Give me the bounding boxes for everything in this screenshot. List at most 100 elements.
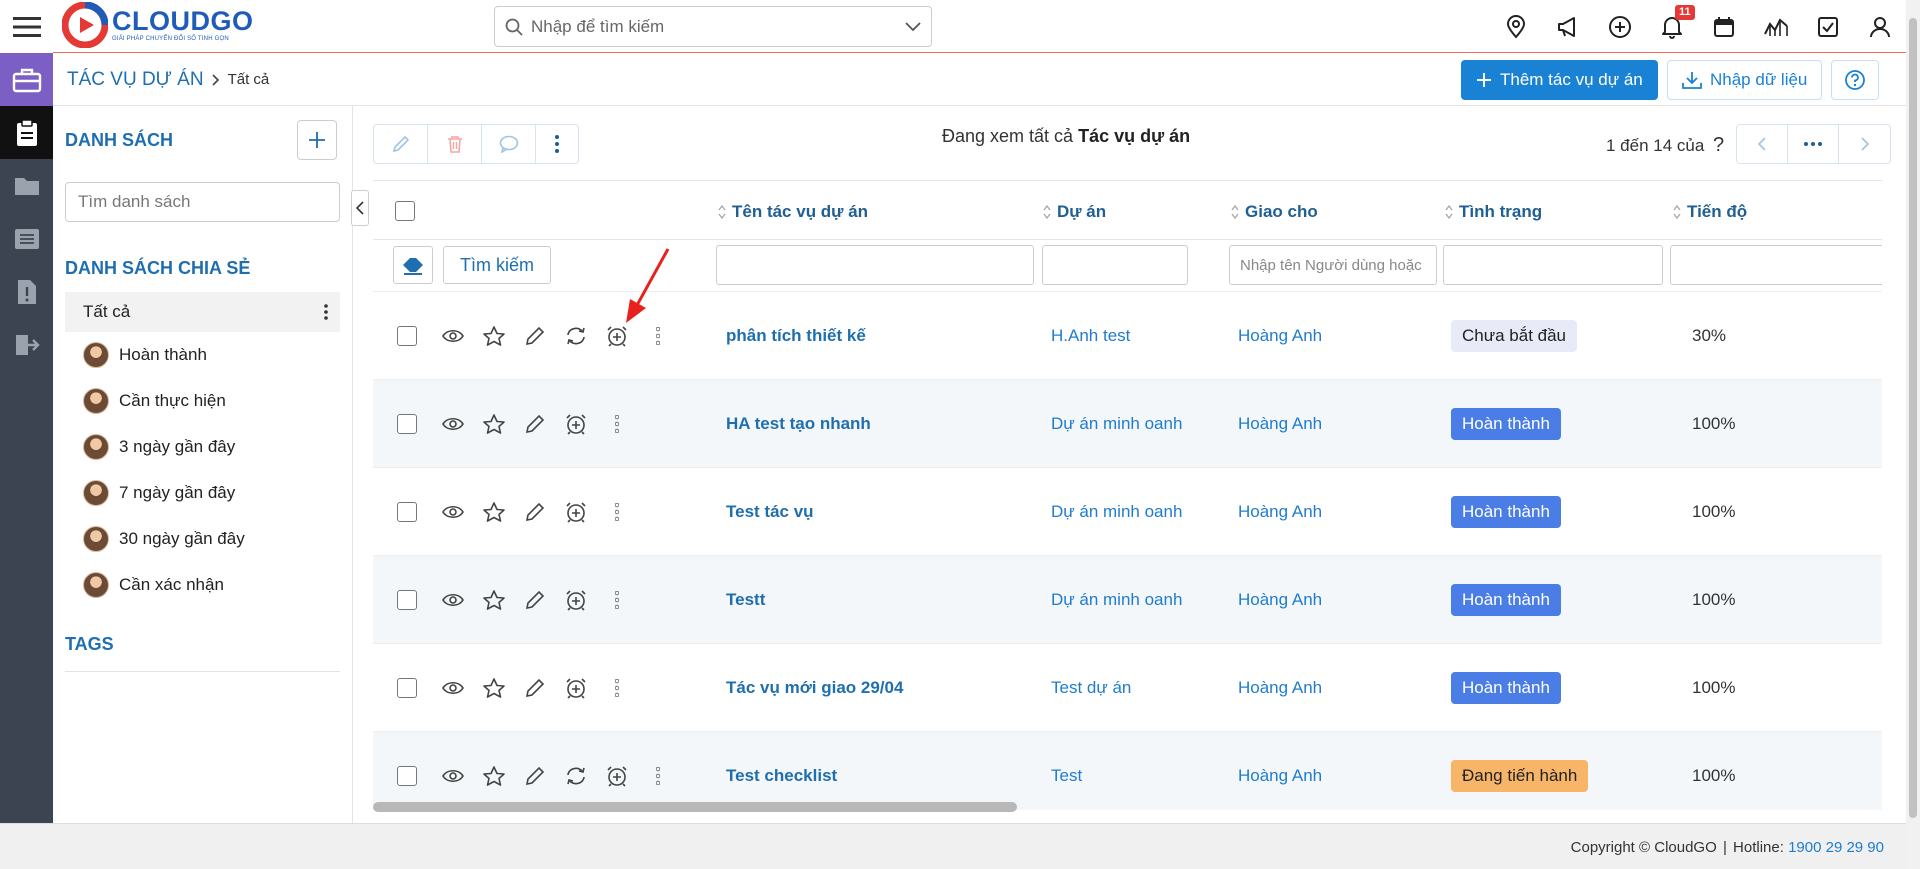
row-more-icon[interactable] <box>637 761 678 791</box>
task-name-link[interactable]: Test checklist <box>726 766 837 786</box>
footer-hotline[interactable]: 1900 29 29 90 <box>1788 839 1884 856</box>
row-checkbox[interactable] <box>397 414 417 434</box>
view-icon[interactable] <box>432 321 473 351</box>
task-name-link[interactable]: HA test tạo nhanh <box>726 414 871 434</box>
filter-assignee-input[interactable] <box>1229 245 1437 285</box>
favorite-star-icon[interactable] <box>473 497 514 527</box>
prev-page-button[interactable] <box>1737 125 1788 163</box>
global-search[interactable] <box>494 6 932 47</box>
project-link[interactable]: Test <box>1051 766 1082 786</box>
list-item-todo[interactable]: Cần thực hiện <box>65 378 340 424</box>
rail-tasks-icon[interactable] <box>0 106 53 159</box>
column-header-project[interactable]: Dự án <box>1043 202 1106 222</box>
search-input[interactable] <box>531 16 905 37</box>
calendar-icon[interactable] <box>1698 0 1750 53</box>
view-icon[interactable] <box>432 497 473 527</box>
task-name-link[interactable]: Tác vụ mới giao 29/04 <box>726 678 903 698</box>
page-options-button[interactable] <box>1788 125 1839 163</box>
project-link[interactable]: Dự án minh oanh <box>1051 414 1182 434</box>
breadcrumb-module[interactable]: TÁC VỤ DỰ ÁN <box>67 69 204 91</box>
favorite-star-icon[interactable] <box>473 585 514 615</box>
edit-pencil-icon[interactable] <box>514 409 555 439</box>
project-link[interactable]: Dự án minh oanh <box>1051 502 1182 522</box>
list-search-input[interactable] <box>65 182 340 222</box>
comment-button[interactable] <box>482 125 536 163</box>
select-all-checkbox[interactable] <box>395 201 415 221</box>
pager-total-unknown[interactable]: ? <box>1713 134 1724 156</box>
scrollbar-thumb[interactable] <box>1909 18 1917 818</box>
add-reminder-icon[interactable] <box>555 585 596 615</box>
notification-bell-icon[interactable]: 11 <box>1646 0 1698 53</box>
add-reminder-icon[interactable] <box>555 497 596 527</box>
add-circle-icon[interactable] <box>1594 0 1646 53</box>
row-more-icon[interactable] <box>596 497 637 527</box>
column-header-progress[interactable]: Tiến độ <box>1673 202 1747 222</box>
clear-filter-button[interactable] <box>393 246 433 284</box>
column-header-task-name[interactable]: Tên tác vụ dự án <box>718 202 868 222</box>
horizontal-scrollbar[interactable] <box>373 802 1017 812</box>
assignee-link[interactable]: Hoàng Anh <box>1238 590 1322 610</box>
project-link[interactable]: Dự án minh oanh <box>1051 590 1182 610</box>
add-reminder-icon[interactable] <box>596 321 637 351</box>
list-item-needs-confirm[interactable]: Cần xác nhận <box>65 562 340 608</box>
megaphone-icon[interactable] <box>1542 0 1594 53</box>
list-item-30-days[interactable]: 30 ngày gần đây <box>65 516 340 562</box>
rail-folder-icon[interactable] <box>0 159 53 212</box>
more-actions-button[interactable] <box>536 125 578 163</box>
assignee-link[interactable]: Hoàng Anh <box>1238 326 1322 346</box>
row-checkbox[interactable] <box>397 590 417 610</box>
assignee-link[interactable]: Hoàng Anh <box>1238 766 1322 786</box>
edit-button[interactable] <box>374 125 428 163</box>
list-item-7-days[interactable]: 7 ngày gần đây <box>65 470 340 516</box>
row-more-icon[interactable] <box>637 321 678 351</box>
edit-pencil-icon[interactable] <box>514 585 555 615</box>
assignee-link[interactable]: Hoàng Anh <box>1238 502 1322 522</box>
task-name-link[interactable]: Test tác vụ <box>726 502 814 522</box>
sync-icon[interactable] <box>555 761 596 791</box>
next-page-button[interactable] <box>1839 125 1890 163</box>
collapse-panel-button[interactable] <box>351 190 369 226</box>
edit-pencil-icon[interactable] <box>514 321 555 351</box>
add-reminder-icon[interactable] <box>555 673 596 703</box>
edit-pencil-icon[interactable] <box>514 673 555 703</box>
more-vertical-icon[interactable] <box>324 304 328 320</box>
view-icon[interactable] <box>432 585 473 615</box>
view-icon[interactable] <box>432 761 473 791</box>
favorite-star-icon[interactable] <box>473 673 514 703</box>
sync-icon[interactable] <box>555 321 596 351</box>
user-profile-icon[interactable] <box>1854 0 1906 53</box>
column-header-status[interactable]: Tình trạng <box>1445 202 1542 222</box>
assignee-link[interactable]: Hoàng Anh <box>1238 414 1322 434</box>
list-item-completed[interactable]: Hoàn thành <box>65 332 340 378</box>
task-name-link[interactable]: phân tích thiết kế <box>726 326 866 346</box>
filter-progress-input[interactable] <box>1670 245 1882 285</box>
favorite-star-icon[interactable] <box>473 409 514 439</box>
add-reminder-icon[interactable] <box>555 409 596 439</box>
edit-pencil-icon[interactable] <box>514 761 555 791</box>
row-more-icon[interactable] <box>596 673 637 703</box>
view-icon[interactable] <box>432 673 473 703</box>
row-checkbox[interactable] <box>397 678 417 698</box>
favorite-star-icon[interactable] <box>473 321 514 351</box>
edit-pencil-icon[interactable] <box>514 497 555 527</box>
menu-icon[interactable] <box>0 0 53 53</box>
add-list-button[interactable] <box>297 120 337 160</box>
filter-status-input[interactable] <box>1443 245 1663 285</box>
row-checkbox[interactable] <box>397 326 417 346</box>
row-more-icon[interactable] <box>596 585 637 615</box>
project-link[interactable]: Test dự án <box>1051 678 1131 698</box>
rail-list-icon[interactable] <box>0 212 53 265</box>
list-item-all[interactable]: Tất cả <box>65 292 340 332</box>
location-icon[interactable] <box>1490 0 1542 53</box>
column-header-assignee[interactable]: Giao cho <box>1231 202 1318 222</box>
report-chart-icon[interactable] <box>1750 0 1802 53</box>
add-project-task-button[interactable]: Thêm tác vụ dự án <box>1461 60 1658 100</box>
cloudgo-logo[interactable]: CLOUDGO GIẢI PHÁP CHUYỂN ĐỔI SỐ TINH GỌN <box>62 0 254 50</box>
row-more-icon[interactable] <box>596 409 637 439</box>
import-data-button[interactable]: Nhập dữ liệu <box>1667 60 1823 100</box>
list-item-3-days[interactable]: 3 ngày gần đây <box>65 424 340 470</box>
view-icon[interactable] <box>432 409 473 439</box>
filter-project-input[interactable] <box>1042 245 1188 285</box>
delete-button[interactable] <box>428 125 482 163</box>
rail-export-icon[interactable] <box>0 318 53 371</box>
